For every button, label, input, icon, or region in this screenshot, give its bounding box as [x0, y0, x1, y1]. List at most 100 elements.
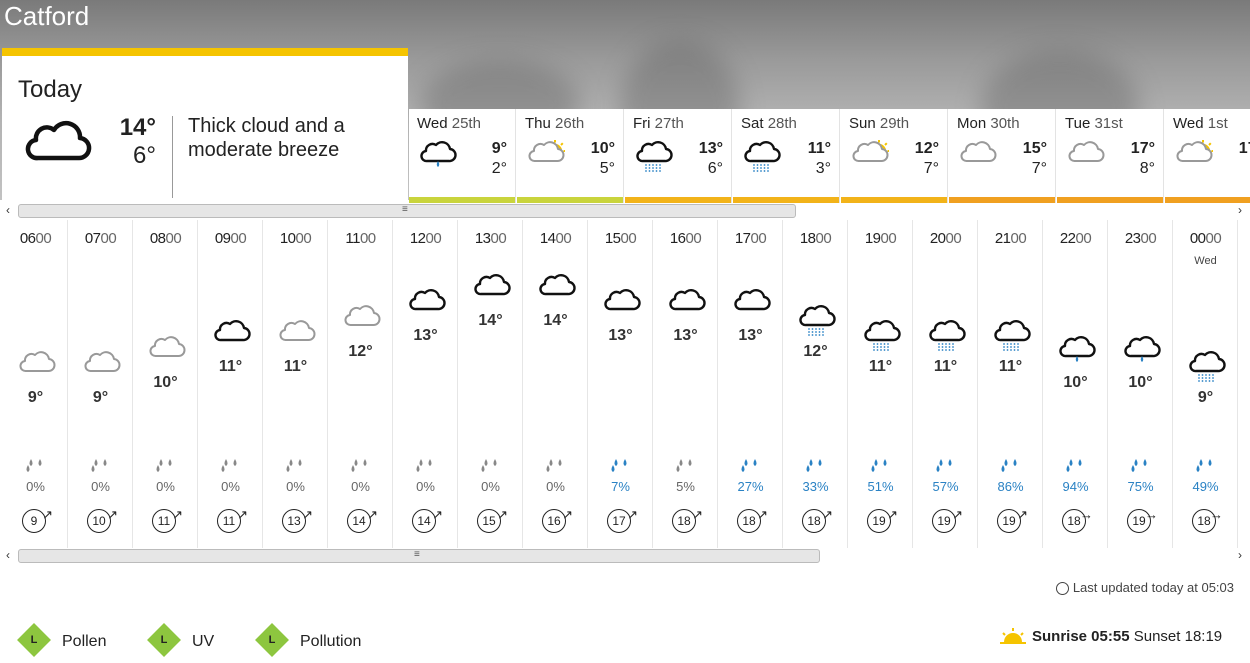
wind-arrow-icon: ↗	[367, 507, 378, 522]
day-high: 10°	[590, 140, 615, 157]
raindrops-icon	[740, 457, 762, 478]
day-card[interactable]: Wed 25th 9° 2°	[409, 109, 516, 204]
cloud-icon	[733, 287, 771, 326]
rain-chance: 0%	[221, 479, 240, 494]
hour-column[interactable]: 1300 14° 0% 15 ↗	[458, 220, 523, 550]
today-label: Today	[18, 76, 83, 103]
rain-chance: 0%	[351, 479, 370, 494]
hour-column[interactable]: 2200 10° 94% 18 →	[1043, 220, 1108, 550]
raindrops-icon	[415, 457, 437, 478]
raindrops-icon	[350, 457, 372, 478]
wind-speed: 18 →	[1192, 507, 1223, 533]
scroll-left-icon[interactable]: ‹	[6, 548, 10, 562]
hour-temperature: 9°	[1197, 389, 1214, 406]
cloud-icon	[213, 318, 251, 357]
wind-arrow-icon: ↗	[692, 507, 703, 522]
hour-temperature: 12°	[803, 342, 828, 360]
clock-icon	[1055, 582, 1069, 595]
hour-time: 0800	[149, 230, 182, 247]
wind-arrow-icon: ↗	[497, 507, 508, 522]
day-name: Wed 1st	[1173, 115, 1228, 132]
cloud-icon	[603, 287, 641, 326]
today-high: 14°	[119, 114, 156, 141]
light-cloud-icon	[148, 334, 186, 373]
hour-temperature: 13°	[738, 327, 763, 344]
day-card[interactable]: Wed 1st 17°	[1165, 109, 1250, 204]
scroll-left-icon[interactable]: ‹	[6, 203, 10, 217]
wind-speed: 19 ↗	[997, 507, 1028, 533]
raindrops-icon	[90, 457, 112, 478]
day-name: Mon 30th	[957, 115, 1020, 132]
light-rain-icon	[1123, 334, 1161, 373]
hour-column[interactable]: 0900 11° 0% 11 ↗	[198, 220, 263, 550]
raindrops-icon	[675, 457, 697, 478]
scroll-right-icon[interactable]: ›	[1238, 203, 1242, 217]
wind-arrow-icon: →	[1080, 507, 1093, 522]
rain-chance: 0%	[416, 479, 435, 494]
light-cloud-icon	[278, 318, 316, 357]
day-card[interactable]: Sun 29th 12° 7°	[841, 109, 948, 204]
cloud-icon	[473, 272, 511, 311]
wind-arrow-icon: ↗	[887, 507, 898, 522]
rain-chance: 0%	[481, 479, 500, 494]
hour-column[interactable]: 2300 10° 75% 19 →	[1108, 220, 1173, 550]
hour-column[interactable]: 0600 9° 0% 9 ↗	[3, 220, 68, 550]
rain-chance: 0%	[26, 479, 45, 494]
hour-time: 1600	[669, 230, 702, 247]
hour-column[interactable]: 1000 11° 0% 13 ↗	[263, 220, 328, 550]
rain-chance: 27%	[737, 479, 764, 494]
day-low: 2°	[491, 160, 507, 177]
day-low: 3°	[815, 160, 831, 177]
hour-column[interactable]: 0800 10° 0% 11 ↗	[133, 220, 198, 550]
drizzle-icon	[993, 318, 1031, 357]
hour-column[interactable]: 1700 13° 27% 18 ↗	[718, 220, 783, 550]
rain-chance: 75%	[1127, 479, 1154, 494]
rain-chance: 49%	[1192, 479, 1219, 494]
hour-column[interactable]: 1400 14° 0% 16 ↗	[523, 220, 588, 550]
hour-temperature: 11°	[998, 358, 1023, 375]
rain-chance: 0%	[546, 479, 565, 494]
raindrops-icon	[870, 457, 892, 478]
day-card[interactable]: Sat 28th 11° 3°	[733, 109, 840, 204]
sun-cloud-icon	[527, 139, 566, 178]
day-card[interactable]: Tue 31st 17° 8°	[1057, 109, 1164, 204]
wind-arrow-icon: ↗	[172, 507, 183, 522]
day-name: Sun 29th	[849, 115, 910, 132]
hourly-scrollbar[interactable]: ‹ ≡ ›	[0, 548, 1250, 564]
raindrops-icon	[935, 457, 957, 478]
hour-column[interactable]: 2100 11° 86% 19 ↗	[978, 220, 1043, 550]
raindrops-icon	[285, 457, 307, 478]
hour-temperature: 11°	[218, 358, 243, 375]
day-high: 11°	[807, 140, 831, 157]
hour-temperature: 10°	[1063, 373, 1088, 391]
drizzle-icon	[798, 303, 836, 342]
scroll-right-icon[interactable]: ›	[1238, 548, 1242, 562]
cloud-icon	[668, 287, 706, 326]
hour-time: 1900	[864, 230, 897, 247]
raindrops-icon	[610, 457, 632, 478]
wind-speed: 11 ↗	[217, 507, 248, 533]
raindrops-icon	[1065, 457, 1087, 478]
hour-column[interactable]: 0700 9° 0% 10 ↗	[68, 220, 133, 550]
drizzle-icon	[928, 318, 966, 357]
daily-scrollbar[interactable]: ‹ ≡ ›	[0, 203, 1250, 219]
hour-temperature: 13°	[608, 327, 633, 344]
divider	[172, 116, 173, 198]
day-name: Sat 28th	[741, 115, 797, 132]
wind-arrow-icon: ↗	[757, 507, 768, 522]
hour-column[interactable]: 1600 13° 5% 18 ↗	[653, 220, 718, 550]
hour-column[interactable]: 0000 Wed 9° 49% 18 →	[1173, 220, 1238, 550]
hour-column[interactable]: 1200 13° 0% 14 ↗	[393, 220, 458, 550]
wind-speed: 18 ↗	[802, 507, 833, 533]
hour-column[interactable]: 1800 12° 33% 18 ↗	[783, 220, 848, 550]
day-low: 7°	[923, 160, 939, 177]
hour-column[interactable]: 1500 13° 7% 17 ↗	[588, 220, 653, 550]
today-panel[interactable]: Today 14° 6° Thick cloud and a moderate …	[2, 48, 408, 203]
hour-column[interactable]: 1100 12° 0% 14 ↗	[328, 220, 393, 550]
day-card[interactable]: Mon 30th 15° 7°	[949, 109, 1056, 204]
day-card[interactable]: Thu 26th 10° 5°	[517, 109, 624, 204]
hour-column[interactable]: 1900 11° 51% 19 ↗	[848, 220, 913, 550]
hour-column[interactable]: 2000 11° 57% 19 ↗	[913, 220, 978, 550]
drizzle-icon	[863, 318, 901, 357]
day-card[interactable]: Fri 27th 13° 6°	[625, 109, 732, 204]
